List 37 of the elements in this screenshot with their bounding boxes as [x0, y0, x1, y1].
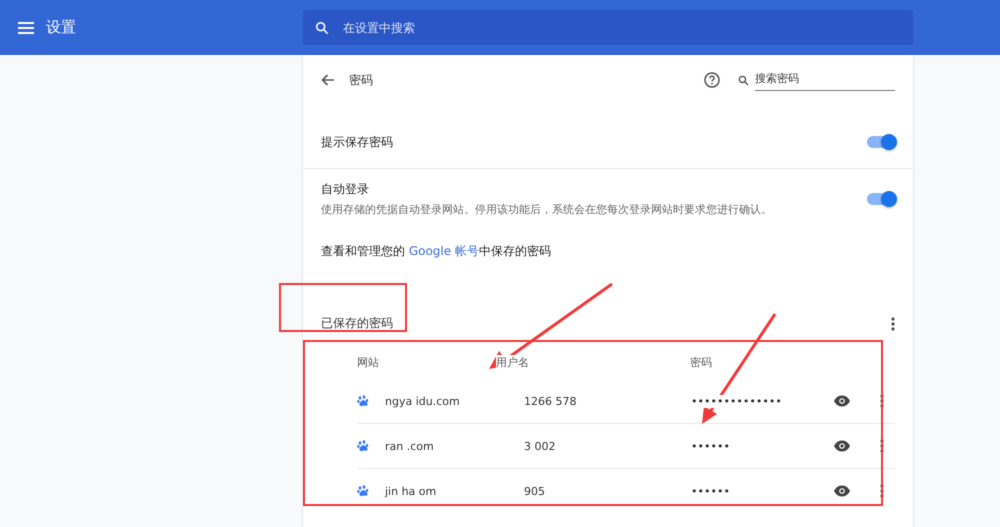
back-arrow-icon[interactable] — [321, 74, 335, 86]
more-icon[interactable] — [880, 394, 884, 408]
app-title: 设置 — [46, 18, 76, 37]
more-icon[interactable] — [880, 484, 884, 498]
settings-search-input[interactable]: 在设置中搜索 — [341, 20, 913, 36]
username-cell: 905 — [524, 484, 545, 498]
help-icon[interactable] — [704, 72, 720, 88]
setting-label: 提示保存密码 — [321, 134, 394, 150]
eye-icon[interactable] — [833, 395, 851, 407]
setting-label: 自动登录 — [321, 181, 370, 198]
menu-icon[interactable] — [18, 22, 34, 34]
section-title: 已保存的密码 — [321, 315, 393, 332]
column-header: 用户名 — [496, 354, 529, 370]
paw-icon — [357, 440, 369, 452]
eye-icon[interactable] — [833, 485, 851, 497]
more-icon[interactable] — [880, 439, 884, 453]
password-search-field[interactable]: 搜索密码 — [755, 70, 895, 90]
column-header: 密码 — [690, 354, 712, 370]
account-note: 查看和管理您的 Google 帐号中保存的密码 — [320, 243, 552, 260]
paw-icon — [357, 395, 369, 407]
website-cell: ngya idu.com — [385, 394, 460, 408]
website-cell: jin ha om — [385, 484, 436, 498]
column-header: 网站 — [357, 354, 379, 370]
eye-icon[interactable] — [833, 440, 851, 452]
page-title: 密码 — [349, 72, 374, 88]
username-cell: 1266 578 — [524, 394, 576, 408]
search-icon — [315, 20, 329, 34]
toggle-switch[interactable] — [867, 193, 895, 205]
username-cell: 3 002 — [524, 440, 556, 452]
password-cell: •••••••••••••• — [691, 394, 782, 408]
settings-search-field[interactable]: 在设置中搜索 — [303, 10, 913, 45]
paw-icon — [357, 485, 369, 497]
more-icon[interactable] — [891, 316, 895, 330]
google-account-link[interactable]: Google 帐号 — [408, 244, 479, 258]
setting-description: 使用存储的凭据自动登录网站。停用该功能后，系统会在您每次登录网站时要求您进行确认。 — [321, 202, 773, 217]
search-icon — [738, 74, 749, 86]
toggle-switch[interactable] — [867, 136, 895, 148]
